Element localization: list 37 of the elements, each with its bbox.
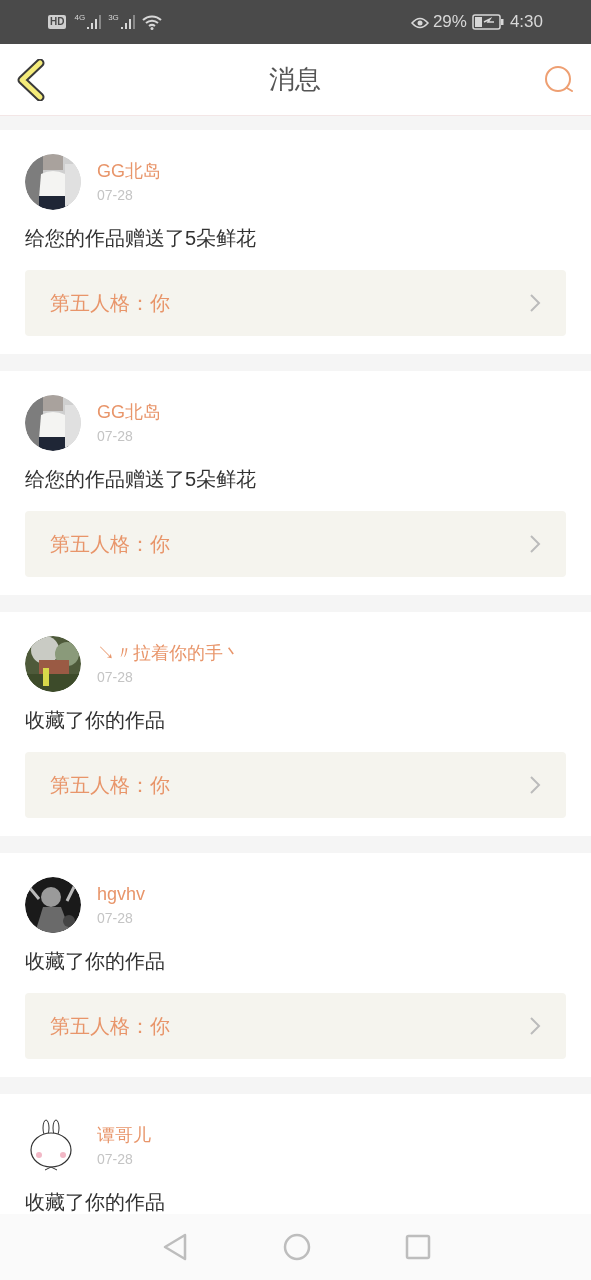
user-name: hgvhv [97,883,146,906]
network-type: 4G [74,14,86,22]
message-date: 07-28 [97,668,134,687]
message-date: 07-28 [97,186,134,205]
chevron-right-icon [529,1016,541,1036]
wifi-icon [141,14,162,30]
clock-time: 4:30 [509,11,543,34]
network-type: 3G [108,14,119,22]
home-icon[interactable] [282,1233,311,1261]
chevron-right-icon [529,293,541,313]
message-text: 收藏了你的作品 [25,1190,166,1214]
chevron-right-icon [529,534,541,554]
eye-icon [410,15,429,29]
battery-icon [471,14,504,30]
message-text: 给您的作品赠送了5朵鲜花 [25,467,258,492]
recents-icon[interactable] [404,1234,431,1260]
work-link[interactable]: 第五人格：你 [25,993,566,1059]
message-text: 给您的作品赠送了5朵鲜花 [25,226,258,251]
chevron-right-icon [529,775,541,795]
message-text: 收藏了你的作品 [25,708,166,733]
user-name: GG北岛 [97,401,161,424]
back-icon[interactable] [16,58,46,101]
message-date: 07-28 [97,427,134,446]
work-link[interactable]: 第五人格：你 [25,752,566,818]
work-link[interactable]: 第五人格：你 [25,270,566,336]
signal-icon [119,14,136,30]
message-date: 07-28 [97,1150,134,1169]
page-title: 消息 [268,63,321,96]
user-name: GG北岛 [97,160,161,183]
hd-badge: HD [48,15,67,29]
work-link[interactable]: 第五人格：你 [25,511,566,577]
user-name: 谭哥儿 [97,1124,151,1147]
battery-percent: 29% [432,11,467,34]
signal-icon [86,14,103,30]
message-text: 收藏了你的作品 [25,949,166,974]
user-name: ↘〃拉着你的手丶 [97,642,241,665]
message-date: 07-28 [97,909,134,928]
